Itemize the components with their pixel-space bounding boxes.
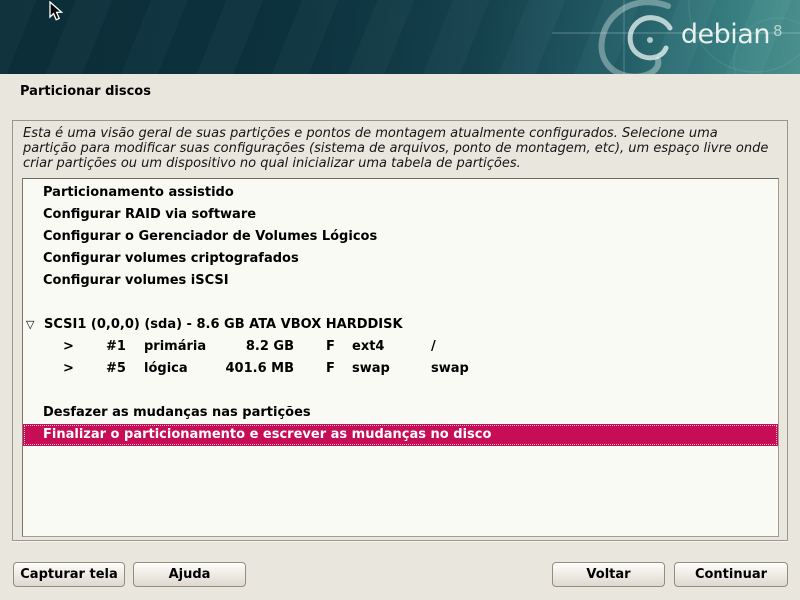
page-title: Particionar discos — [20, 84, 151, 99]
installer-window: debian8 Particionar discos Esta é uma vi… — [0, 0, 800, 600]
screenshot-button[interactable]: Capturar tela — [13, 562, 125, 587]
list-item-undo-changes[interactable]: Desfazer as mudanças nas partições — [23, 402, 778, 424]
partition-number: #1 — [106, 336, 126, 358]
spacer-row — [23, 292, 778, 314]
partition-mountpoint: swap — [431, 358, 469, 380]
partition-arrow-icon: > — [63, 358, 74, 380]
help-button[interactable]: Ajuda — [133, 562, 246, 587]
partition-filesystem: ext4 — [352, 336, 384, 358]
list-item-configure-lvm[interactable]: Configurar o Gerenciador de Volumes Lógi… — [23, 226, 778, 248]
brand-name: debian — [681, 19, 770, 50]
list-item-guided-partitioning[interactable]: Particionamento assistido — [23, 182, 778, 204]
spacer-row — [23, 380, 778, 402]
list-item-finish-partitioning[interactable]: Finalizar o particionamento e escrever a… — [23, 424, 778, 446]
partition-filesystem: swap — [352, 358, 390, 380]
disk-row[interactable]: ▽ SCSI1 (0,0,0) (sda) - 8.6 GB ATA VBOX … — [23, 314, 778, 336]
content-frame: Esta é uma visão geral de suas partições… — [12, 120, 788, 541]
list-item-configure-iscsi[interactable]: Configurar volumes iSCSI — [23, 270, 778, 292]
list-item-configure-raid[interactable]: Configurar RAID via software — [23, 204, 778, 226]
back-button[interactable]: Voltar — [552, 562, 665, 587]
partition-size: 8.2 GB — [174, 336, 294, 358]
partition-row[interactable]: > #1 primária 8.2 GB F ext4 / — [23, 336, 778, 358]
partition-list: Particionamento assistido Configurar RAI… — [22, 178, 779, 537]
list-item-configure-crypto[interactable]: Configurar volumes criptografados — [23, 248, 778, 270]
partition-row[interactable]: > #5 lógica 401.6 MB F swap swap — [23, 358, 778, 380]
page-description: Esta é uma visão geral de suas partições… — [23, 126, 775, 171]
expander-open-icon[interactable]: ▽ — [26, 314, 42, 336]
partition-size: 401.6 MB — [174, 358, 294, 380]
continue-button[interactable]: Continuar — [674, 562, 788, 587]
partition-number: #5 — [106, 358, 126, 380]
partition-arrow-icon: > — [63, 336, 74, 358]
partition-flag: F — [326, 358, 335, 380]
mouse-arrow-cursor — [49, 1, 64, 22]
debian-banner: debian8 — [0, 0, 800, 74]
partition-mountpoint: / — [431, 336, 436, 358]
brand-version: 8 — [773, 22, 782, 40]
debian-wordmark: debian8 — [681, 20, 782, 50]
disk-label: SCSI1 (0,0,0) (sda) - 8.6 GB ATA VBOX HA… — [44, 314, 403, 336]
partition-flag: F — [326, 336, 335, 358]
